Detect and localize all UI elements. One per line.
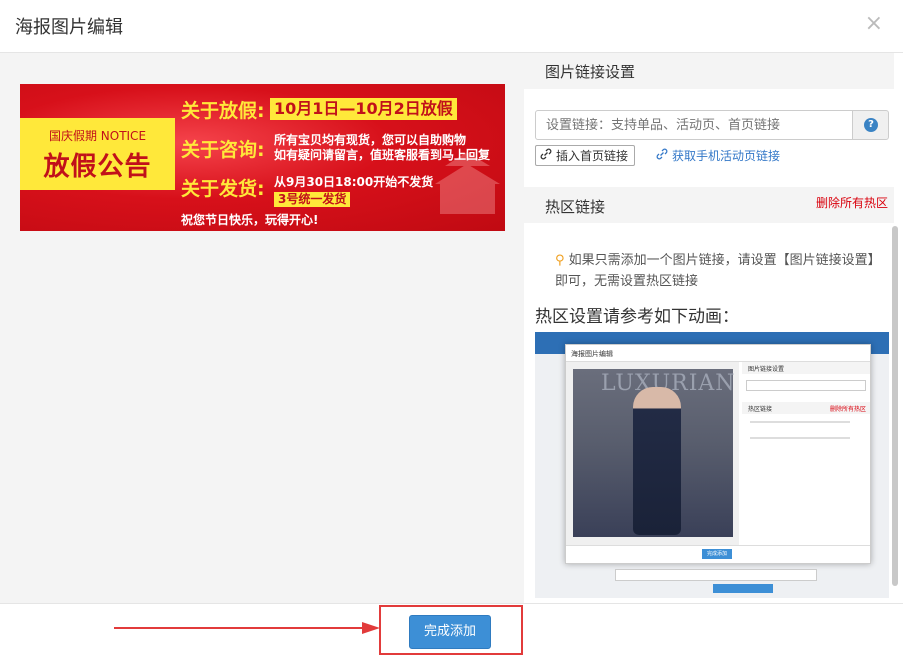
poster-footer-text: 祝您节日快乐，玩得开心! (181, 213, 319, 227)
link-input[interactable] (535, 110, 853, 140)
demo-right-section-2: 热区链接 删除所有热区 (742, 402, 870, 414)
demo-dialog-title: 海报图片编辑 (571, 350, 613, 358)
modal-title: 海报图片编辑 (15, 17, 123, 38)
help-button[interactable]: ? (852, 110, 889, 140)
hotspot-demo-animation: 海报图片编辑 LUXURIAN 图片链接设置 热区链接 删除所有热区 完成添加 (535, 332, 889, 598)
lightbulb-icon: ⚲ (555, 253, 565, 268)
hotspot-tip: ⚲ 如果只需添加一个图片链接，请设置【图片链接设置】即可，无需设置热区链接 (555, 250, 875, 292)
done-add-button[interactable]: 完成添加 (409, 615, 491, 649)
insert-home-link-button[interactable]: 插入首页链接 (535, 145, 636, 166)
demo-fashion-photo: LUXURIAN (573, 369, 735, 537)
demo-link-heading: 图片链接设置 (748, 366, 785, 373)
poster-line2-title: 关于咨询: (181, 139, 265, 161)
poster-line2-text-b: 如有疑问请留言，值班客服看到马上回复 (274, 148, 491, 162)
demo-hotspot-heading: 热区链接 (748, 406, 773, 413)
poster-edit-modal: 海报图片编辑 × 国庆假期 NOTICE 放假公告 关于放假: 10月1日—10… (0, 0, 903, 659)
annotation-arrow (114, 622, 380, 634)
poster-line1-box: 10月1日—10月2日放假 (270, 98, 457, 120)
modal-header: 海报图片编辑 × (0, 0, 903, 53)
link-icon (540, 146, 552, 166)
question-icon: ? (864, 118, 878, 132)
mobile-activity-link[interactable]: 获取手机活动页链接 (656, 147, 780, 164)
poster-line3-box: 3号统一发货 (274, 192, 351, 207)
demo-tip-lines (750, 421, 850, 439)
demo-done-button: 完成添加 (702, 549, 732, 559)
poster-image[interactable]: 国庆假期 NOTICE 放假公告 关于放假: 10月1日—10月2日放假 关于咨… (20, 84, 505, 231)
hotspot-heading: 热区链接 (545, 198, 606, 216)
poster-line2-text-a: 所有宝贝均有现货，您可以自助购物 (274, 133, 467, 147)
demo-right-section-1: 图片链接设置 (742, 362, 870, 374)
poster-line3-text: 从9月30日18:00开始不发货 (274, 175, 434, 189)
insert-home-link-label: 插入首页链接 (556, 149, 629, 163)
demo-bottom-bar (615, 569, 817, 581)
demo-dialog: 海报图片编辑 LUXURIAN 图片链接设置 热区链接 删除所有热区 完成添加 (565, 344, 871, 564)
poster-line1-title: 关于放假: (181, 100, 265, 122)
demo-delete-label: 删除所有热区 (829, 406, 866, 413)
close-icon[interactable]: × (865, 12, 883, 36)
demo-dialog-footer (566, 545, 870, 546)
notice-subtitle: 国庆假期 NOTICE (48, 129, 147, 143)
notice-badge: 国庆假期 NOTICE 放假公告 (20, 118, 175, 190)
demo-bottom-button (713, 584, 773, 593)
link-settings-heading: 图片链接设置 (545, 63, 636, 81)
mobile-activity-link-label: 获取手机活动页链接 (672, 149, 781, 163)
link-settings-header: 图片链接设置 (524, 53, 894, 89)
notice-title: 放假公告 (43, 152, 152, 182)
demo-model-figure (633, 387, 681, 535)
settings-panel: 图片链接设置 ? 插入首页链接 获取手机活动页链接 热区链接 删除所有热区 ⚲ … (524, 53, 903, 603)
poster-line3-title: 关于发货: (181, 178, 265, 200)
hotspot-tip-text: 如果只需添加一个图片链接，请设置【图片链接设置】即可，无需设置热区链接 (555, 253, 875, 289)
demo-link-input (746, 380, 866, 391)
settings-scrollbar[interactable] (892, 226, 898, 586)
link-icon (656, 148, 668, 163)
poster-canvas-area: 国庆假期 NOTICE 放假公告 关于放假: 10月1日—10月2日放假 关于咨… (0, 53, 524, 603)
delete-all-hotspots-link[interactable]: 删除所有热区 (816, 194, 888, 211)
animation-title: 热区设置请参考如下动画： (535, 307, 739, 327)
